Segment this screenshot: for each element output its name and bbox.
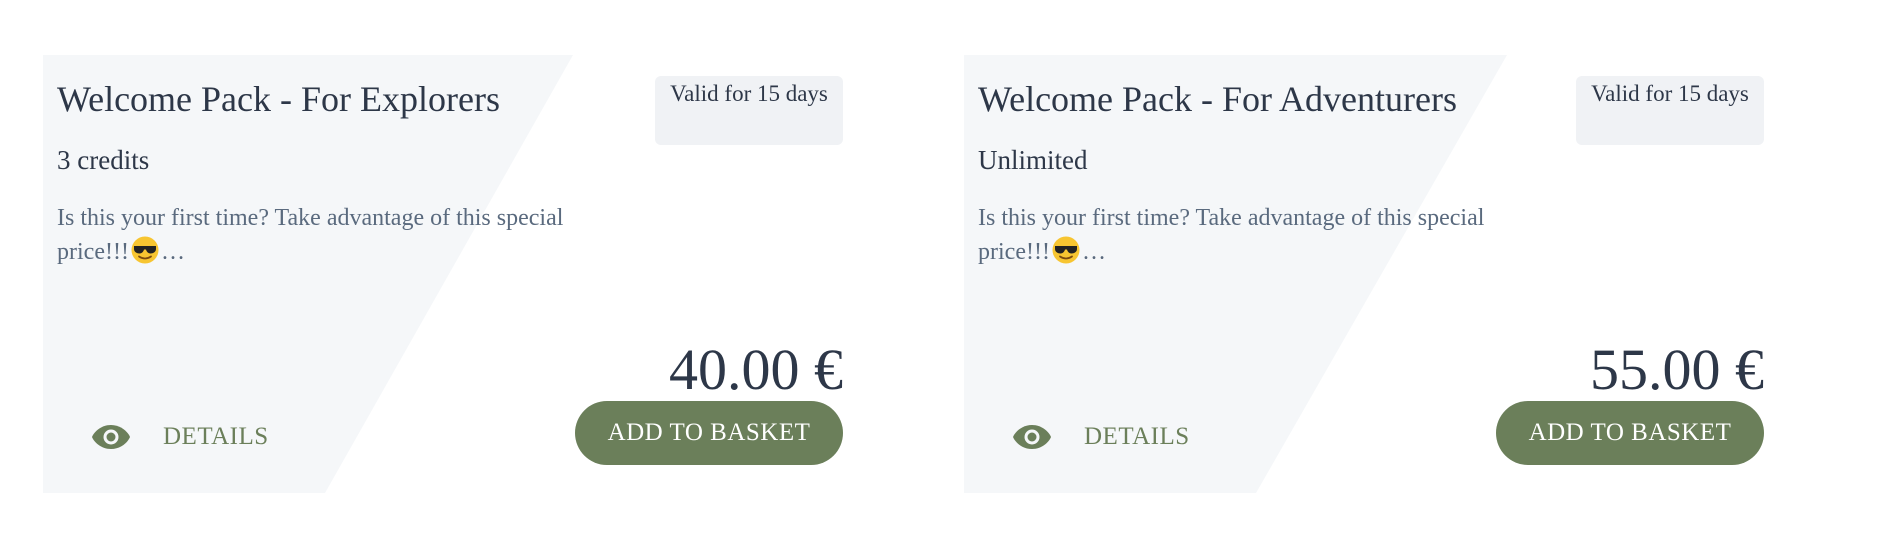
product-credits: Unlimited <box>978 145 1088 175</box>
validity-badge: Valid for 15 days <box>1576 76 1764 145</box>
smiling-face-with-sunglasses-icon <box>1052 236 1080 264</box>
eye-icon <box>92 425 130 449</box>
product-title: Welcome Pack - For Explorers <box>57 79 500 119</box>
validity-badge: Valid for 15 days <box>655 76 843 145</box>
details-label: DETAILS <box>1084 423 1190 450</box>
details-link[interactable]: DETAILS <box>91 415 269 459</box>
smiling-face-with-sunglasses-icon <box>131 236 159 264</box>
product-price: 55.00 € <box>1590 337 1764 402</box>
product-description: Is this your first time? Take advantage … <box>57 201 577 269</box>
product-description: Is this your first time? Take advantage … <box>978 201 1498 269</box>
product-title: Welcome Pack - For Adventurers <box>978 79 1457 119</box>
add-to-basket-button[interactable]: ADD TO BASKET <box>1496 401 1764 465</box>
description-ellipsis: … <box>1081 239 1106 265</box>
details-link[interactable]: DETAILS <box>1012 415 1190 459</box>
product-price: 40.00 € <box>669 337 843 402</box>
product-credits: 3 credits <box>57 145 150 175</box>
product-card-adventurers: Welcome Pack - For Adventurers Unlimited… <box>964 55 1764 493</box>
product-card-explorers: Welcome Pack - For Explorers 3 credits I… <box>43 55 843 493</box>
details-label: DETAILS <box>163 423 269 450</box>
eye-icon <box>1013 425 1051 449</box>
description-ellipsis: … <box>160 239 185 265</box>
add-to-basket-button[interactable]: ADD TO BASKET <box>575 401 843 465</box>
